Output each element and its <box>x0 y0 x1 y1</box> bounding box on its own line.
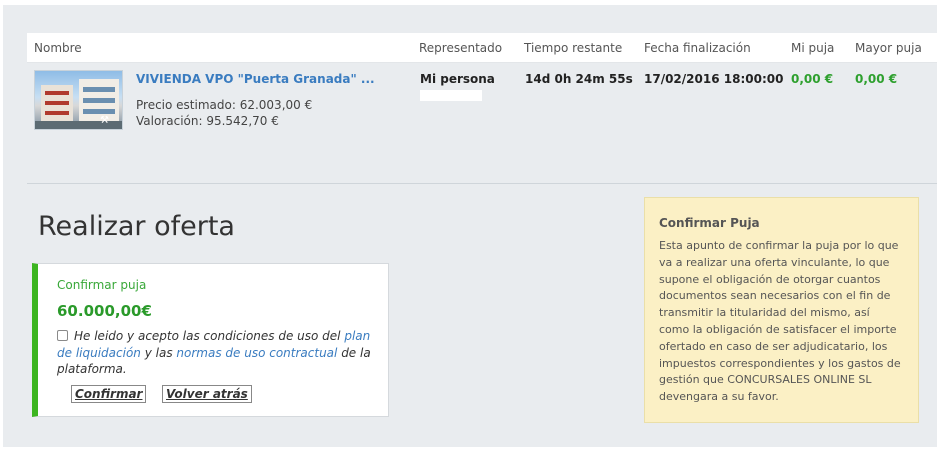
terms-text-1: He leido y acepto las condiciones de uso… <box>74 329 341 343</box>
offer-amount: 60.000,00€ <box>57 302 152 320</box>
property-title-link[interactable]: VIVIENDA VPO "Puerta Granada" ... <box>136 72 375 86</box>
col-tiempo-restante: Tiempo restante <box>524 41 623 55</box>
info-title: Confirmar Puja <box>659 216 760 230</box>
hammer-icon: ⚒ <box>100 115 109 126</box>
terms-text-2: y las <box>144 345 173 360</box>
table-row: ⚒ VIVIENDA VPO "Puerta Granada" ... Prec… <box>27 63 937 138</box>
col-mi-puja: Mi puja <box>791 41 835 55</box>
redacted-block <box>420 90 482 101</box>
offer-label: Confirmar puja <box>57 278 147 292</box>
page-container: Nombre Representado Tiempo restante Fech… <box>3 5 937 447</box>
offer-box: Confirmar puja 60.000,00€ He leido y ace… <box>32 263 389 417</box>
terms-text: He leido y acepto las condiciones de uso… <box>57 328 377 378</box>
info-panel: Confirmar Puja Esta apunto de confirmar … <box>644 197 919 423</box>
mayor-puja-value: 0,00 € <box>855 72 898 86</box>
tiempo-restante-value: 14d 0h 24m 55s <box>525 72 633 86</box>
col-representado: Representado <box>419 41 503 55</box>
divider <box>27 183 937 184</box>
col-fecha-finalizacion: Fecha finalización <box>644 41 751 55</box>
table-header: Nombre Representado Tiempo restante Fech… <box>27 33 937 63</box>
precio-estimado: Precio estimado: 62.003,00 € <box>136 98 313 112</box>
representado-value: Mi persona <box>420 72 495 86</box>
building-left <box>41 85 73 125</box>
col-mayor-puja: Mayor puja <box>855 41 922 55</box>
valoracion: Valoración: 95.542,70 € <box>136 114 279 128</box>
property-thumbnail[interactable]: ⚒ <box>34 70 123 130</box>
building-right <box>79 79 119 125</box>
normas-uso-link[interactable]: normas de uso contractual <box>176 346 337 360</box>
back-button[interactable]: Volver atrás <box>162 385 252 403</box>
col-nombre: Nombre <box>34 41 82 55</box>
fecha-finalizacion-value: 17/02/2016 18:00:00 <box>644 72 784 86</box>
info-body: Esta apunto de confirmar la puja por lo … <box>659 239 901 404</box>
section-title: Realizar oferta <box>38 211 235 242</box>
confirm-button[interactable]: Confirmar <box>71 385 147 403</box>
mi-puja-value: 0,00 € <box>791 72 834 86</box>
